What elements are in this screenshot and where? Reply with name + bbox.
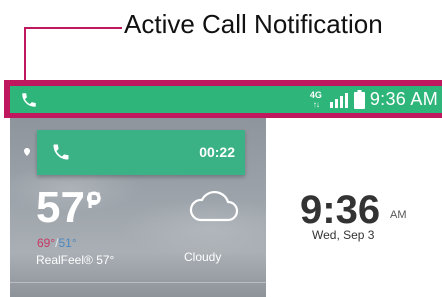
signal-icon <box>329 92 348 108</box>
network-type-indicator: 4G ↑↓ <box>308 89 324 109</box>
clock-time[interactable]: 9:36 <box>300 190 380 230</box>
high-temperature: 69° <box>37 236 56 250</box>
call-phone-icon <box>53 144 69 160</box>
clock-ampm: AM <box>390 209 407 221</box>
annotation-leader-vertical <box>24 27 26 87</box>
weather-condition: Cloudy <box>184 250 222 264</box>
location-pin-icon <box>24 148 30 156</box>
temperature-unit: F <box>87 188 101 213</box>
realfeel-temperature: RealFeel® 57° <box>36 253 115 267</box>
clock-date: Wed, Sep 3 <box>312 228 375 242</box>
annotation-leader-line <box>24 27 122 29</box>
network-type-label: 4G <box>309 89 322 100</box>
data-activity-arrows: ↑↓ <box>312 99 320 109</box>
low-temperature: 51° <box>58 236 77 250</box>
status-bar-time: 9:36 AM <box>369 89 438 109</box>
weather-divider <box>10 282 266 283</box>
battery-icon <box>353 90 365 109</box>
phone-icon[interactable] <box>20 91 38 109</box>
status-indicators: 4G ↑↓ 9:36 AM <box>308 86 442 113</box>
active-call-notification[interactable]: 00:22 <box>37 130 245 175</box>
annotation-label: Active Call Notification <box>124 9 383 39</box>
status-bar[interactable]: 4G ↑↓ 9:36 AM <box>10 86 442 113</box>
high-low-temperature: 69°/51° <box>37 236 77 250</box>
cloud-icon <box>189 190 239 222</box>
call-duration: 00:22 <box>199 144 235 160</box>
